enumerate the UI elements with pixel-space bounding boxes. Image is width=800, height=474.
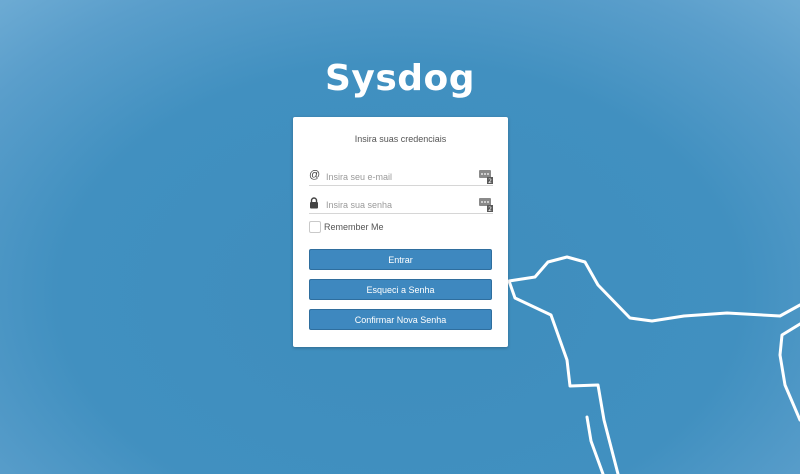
dog-rear-outline: [778, 322, 800, 422]
remember-me-label: Remember Me: [324, 222, 384, 232]
svg-text:2: 2: [488, 178, 492, 184]
lock-icon: [310, 197, 318, 209]
password-manager-icon[interactable]: 2: [479, 170, 493, 184]
app-title: Sysdog: [324, 58, 476, 99]
login-card: Insira suas credenciais @ 2 2 Rem: [293, 117, 508, 347]
email-field: @ 2: [309, 169, 493, 186]
confirm-new-password-button[interactable]: Confirmar Nova Senha: [309, 309, 492, 330]
password-field: 2: [309, 197, 493, 214]
dog-leg-outline: [585, 415, 605, 474]
password-input[interactable]: [326, 198, 476, 211]
remember-me-checkbox[interactable]: [309, 221, 321, 233]
at-sign-icon: @: [309, 169, 321, 181]
svg-text:2: 2: [488, 206, 492, 212]
password-manager-icon[interactable]: 2: [479, 198, 493, 212]
email-input[interactable]: [326, 170, 476, 183]
dog-head-and-front-outline: [507, 255, 800, 474]
login-heading: Insira suas credenciais: [354, 134, 447, 144]
forgot-password-button[interactable]: Esqueci a Senha: [309, 279, 492, 300]
login-button[interactable]: Entrar: [309, 249, 492, 270]
